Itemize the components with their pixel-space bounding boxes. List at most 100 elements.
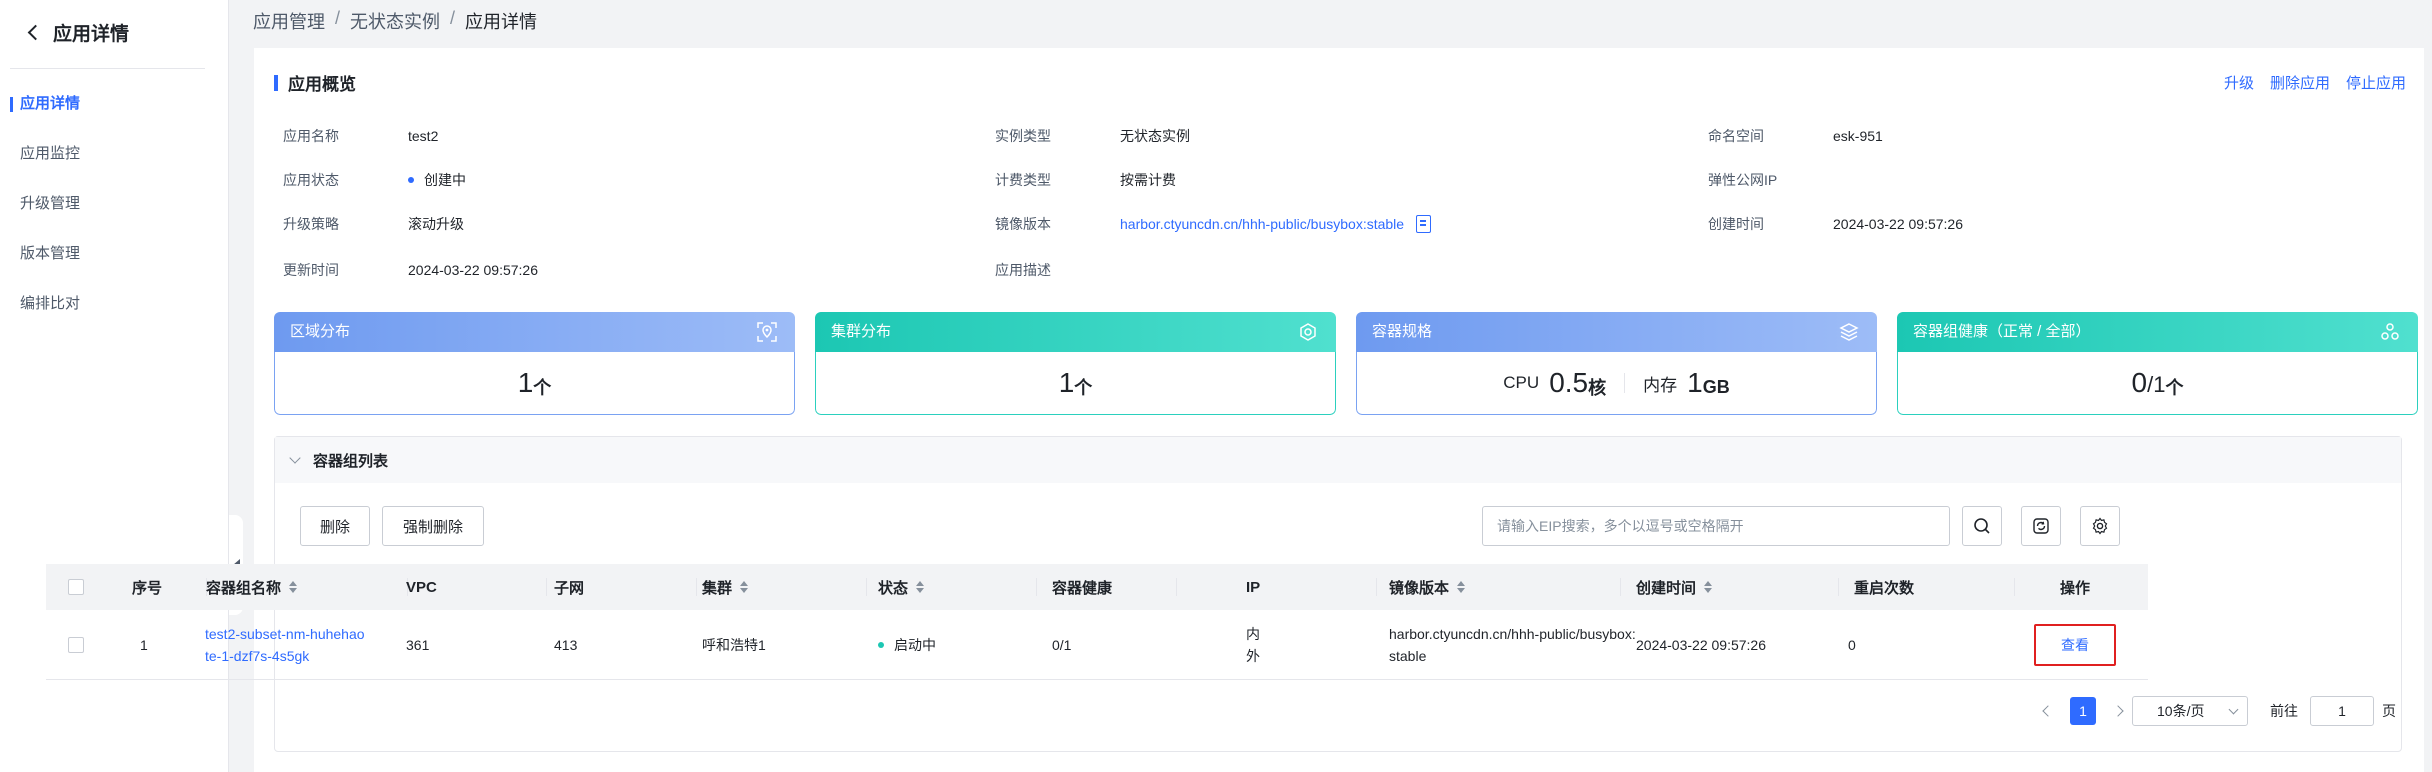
- col-health: 容器健康: [1052, 579, 1113, 597]
- location-icon: [757, 322, 777, 342]
- delete-button[interactable]: 删除: [300, 506, 370, 546]
- col-status[interactable]: 状态: [878, 564, 925, 610]
- page-suffix: 页: [2382, 703, 2396, 719]
- col-cluster[interactable]: 集群: [702, 564, 749, 610]
- pagination-page-1[interactable]: 1: [2070, 697, 2096, 725]
- col-ip: IP: [1246, 578, 1261, 596]
- container-group-table: 序号 容器组名称 VPC 子网 集群 状态 容器健康 IP 镜像版本 创建时间 …: [46, 564, 2148, 680]
- row-vpc: 361: [406, 636, 430, 653]
- field-image-version: 镜像版本 harbor.ctyuncdn.cn/hhh-public/busyb…: [995, 214, 1432, 234]
- sort-icon: [289, 581, 298, 593]
- row-index: 1: [140, 636, 148, 653]
- goto-page-input[interactable]: 1: [2310, 696, 2374, 726]
- col-restarts: 重启次数: [1854, 579, 1915, 597]
- sort-icon: [916, 581, 925, 593]
- row-restarts: 0: [1848, 636, 1856, 653]
- force-delete-button[interactable]: 强制删除: [382, 506, 484, 546]
- col-created[interactable]: 创建时间: [1636, 564, 1713, 610]
- field-billing-type: 计费类型 按需计费: [995, 172, 1176, 188]
- container-group-header[interactable]: 容器组列表: [275, 437, 2401, 483]
- sidebar-item-version[interactable]: 版本管理: [0, 238, 229, 288]
- refresh-button[interactable]: [2021, 506, 2061, 546]
- settings-button[interactable]: [2080, 506, 2120, 546]
- chevron-down-icon: [2228, 704, 2239, 714]
- sort-icon: [1704, 581, 1713, 593]
- container-group-name-link[interactable]: test2-subset-nm-huhehao te-1-dzf7s-4s5gk: [205, 610, 365, 679]
- field-instance-type: 实例类型 无状态实例: [995, 128, 1190, 144]
- cluster-count: 1: [1058, 367, 1075, 398]
- field-app-status: 应用状态 创建中: [283, 172, 466, 188]
- healthy-count: 0: [2131, 367, 2148, 398]
- sidebar-item-app-detail[interactable]: 应用详情: [0, 88, 229, 138]
- stat-card-health: 容器组健康（正常 / 全部） 0/1 个: [1897, 312, 2418, 415]
- sidebar-item-compare[interactable]: 编排比对: [0, 288, 229, 338]
- sidebar-title: 应用详情: [53, 23, 130, 45]
- sort-icon: [740, 581, 749, 593]
- row-created: 2024-03-22 09:57:26: [1636, 636, 1766, 653]
- row-checkbox[interactable]: [68, 636, 84, 653]
- goto-label: 前往: [2270, 703, 2298, 719]
- row-status: 启动中: [878, 610, 936, 679]
- sidebar-menu: 应用详情 应用监控 升级管理 版本管理 编排比对: [0, 88, 229, 338]
- field-updated-at: 更新时间 2024-03-22 09:57:26: [283, 262, 538, 278]
- table-row: 1 test2-subset-nm-huhehao te-1-dzf7s-4s5…: [46, 610, 2148, 680]
- col-name[interactable]: 容器组名称: [206, 564, 298, 610]
- stat-card-cluster: 集群分布 1个: [815, 312, 1336, 415]
- stop-app-button[interactable]: 停止应用: [2346, 72, 2406, 93]
- stat-card-spec: 容器规格 CPU 0.5 核 内存 1 GB: [1356, 312, 1877, 415]
- eip-search-input[interactable]: 请输入EIP搜索，多个以逗号或空格隔开: [1482, 506, 1950, 546]
- row-image: harbor.ctyuncdn.cn/hhh-public/busybox: s…: [1389, 625, 1636, 664]
- field-eip: 弹性公网IP: [1708, 172, 1778, 188]
- gear-icon: [2092, 517, 2108, 535]
- breadcrumb-app-manage[interactable]: 应用管理: [253, 8, 325, 34]
- search-icon: [1974, 518, 1990, 534]
- region-count: 1: [517, 367, 534, 398]
- sort-icon: [1457, 581, 1466, 593]
- image-version-link[interactable]: harbor.ctyuncdn.cn/hhh-public/busybox:st…: [1120, 216, 1404, 232]
- field-upgrade-strategy: 升级策略 滚动升级: [283, 216, 464, 232]
- breadcrumb-current: 应用详情: [465, 12, 538, 32]
- stat-card-region: 区域分布 1个: [274, 312, 795, 415]
- cluster-icon: [1300, 323, 1316, 341]
- breadcrumb-stateless[interactable]: 无状态实例: [350, 8, 440, 34]
- field-description: 应用描述: [995, 262, 1051, 278]
- search-button[interactable]: [1962, 506, 2002, 546]
- row-health: 0/1: [1052, 636, 1072, 653]
- select-all-checkbox[interactable]: [68, 579, 84, 595]
- copy-icon[interactable]: [1416, 215, 1432, 233]
- row-subnet: 413: [554, 636, 578, 653]
- chevron-left-icon: [27, 24, 44, 40]
- col-vpc: VPC: [406, 578, 437, 596]
- field-namespace: 命名空间 esk-951: [1708, 128, 1883, 144]
- refresh-icon: [2033, 518, 2049, 534]
- view-button[interactable]: 查看: [2034, 623, 2116, 666]
- status-dot: [878, 641, 884, 648]
- sidebar-item-app-monitor[interactable]: 应用监控: [0, 138, 229, 188]
- overview-title: 应用概览: [274, 70, 356, 95]
- cpu-value: 0.5: [1549, 367, 1589, 398]
- col-index: 序号: [132, 579, 163, 597]
- pagination-prev[interactable]: [2038, 696, 2054, 726]
- chevron-left-icon: [2042, 705, 2054, 717]
- row-cluster: 呼和浩特1: [702, 636, 766, 653]
- chevron-right-icon: [2112, 705, 2124, 717]
- pagination-next[interactable]: [2108, 696, 2124, 726]
- overview-actions: 升级 删除应用 停止应用: [2224, 72, 2406, 93]
- page-size-select[interactable]: 10条/页: [2132, 696, 2248, 726]
- status-dot: [408, 177, 414, 183]
- memory-value: 1: [1687, 367, 1703, 398]
- breadcrumb: 应用管理 / 无状态实例 / 应用详情: [253, 8, 538, 34]
- layers-icon: [1839, 323, 1859, 341]
- group-icon: [2381, 323, 2399, 340]
- delete-app-button[interactable]: 删除应用: [2270, 72, 2330, 93]
- chevron-down-icon: [289, 452, 301, 464]
- divider: [10, 68, 205, 69]
- col-actions: 操作: [2060, 579, 2091, 597]
- back-to-list[interactable]: 应用详情: [26, 18, 129, 46]
- field-created-at: 创建时间 2024-03-22 09:57:26: [1708, 216, 1963, 232]
- col-image[interactable]: 镜像版本: [1389, 564, 1466, 610]
- row-ip: 内 外: [1246, 625, 1260, 664]
- upgrade-button[interactable]: 升级: [2224, 72, 2254, 93]
- col-subnet: 子网: [554, 579, 585, 597]
- sidebar-item-upgrade[interactable]: 升级管理: [0, 188, 229, 238]
